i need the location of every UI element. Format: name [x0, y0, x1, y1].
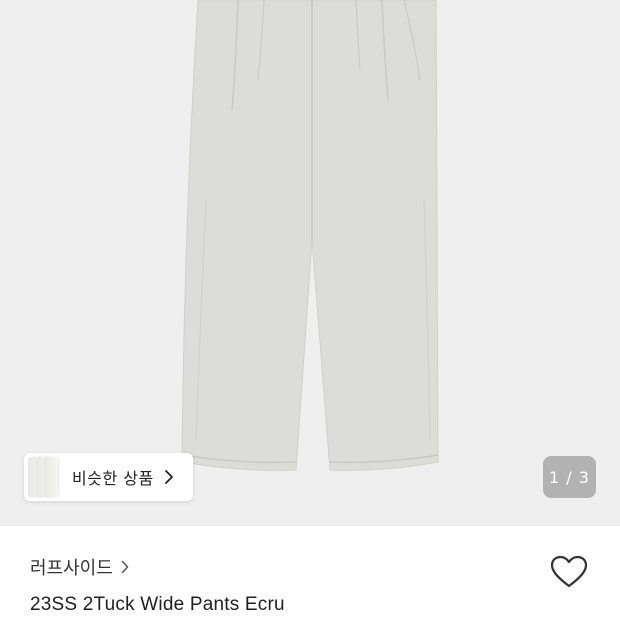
product-info-section: 러프사이드 23SS 2Tuck Wide Pants Ecru	[0, 526, 620, 620]
similar-products-label: 비슷한 상품	[72, 469, 154, 488]
brand-link[interactable]: 러프사이드	[30, 554, 129, 580]
product-photo[interactable]	[0, 0, 620, 526]
wishlist-button[interactable]	[549, 554, 589, 590]
product-title: 23SS 2Tuck Wide Pants Ecru	[30, 594, 285, 615]
chevron-right-icon	[121, 560, 129, 574]
similar-products-thumbnails	[26, 453, 58, 501]
image-page-indicator: 1 / 3	[543, 456, 596, 498]
similar-products-button[interactable]: 비슷한 상품	[24, 453, 193, 501]
brand-name: 러프사이드	[30, 558, 113, 579]
product-image-gallery[interactable]: 비슷한 상품 1 / 3	[0, 0, 620, 526]
chevron-right-icon	[164, 469, 174, 485]
heart-outline-icon	[550, 555, 588, 588]
